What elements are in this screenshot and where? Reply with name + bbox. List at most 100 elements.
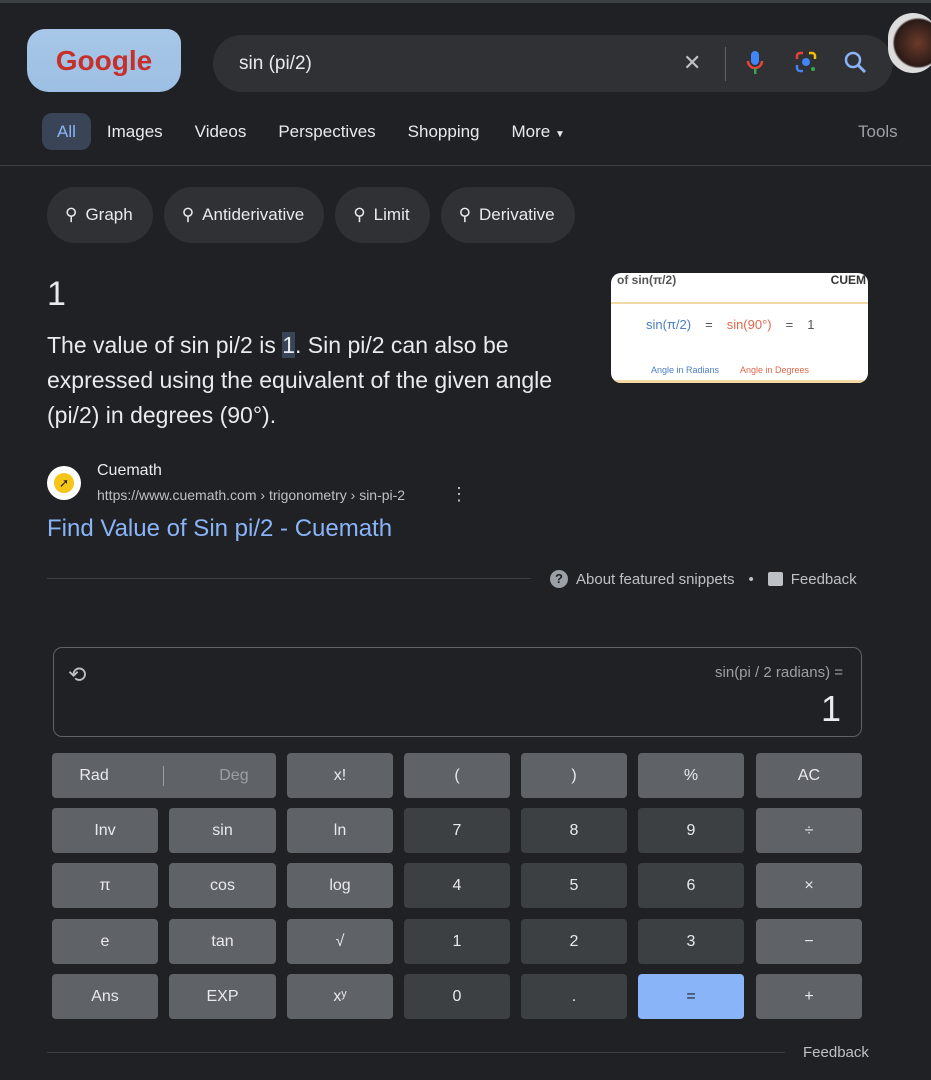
- calc-key-1[interactable]: 1: [404, 919, 510, 964]
- calculator-display: ⟲ sin(pi / 2 radians) = 1: [53, 647, 862, 737]
- search-box[interactable]: sin (pi/2) ✕: [213, 35, 893, 92]
- search-icon: ⚲: [458, 205, 472, 224]
- more-options-icon[interactable]: ⋮: [450, 484, 468, 505]
- calculator-result: 1: [820, 688, 841, 729]
- about-featured-snippets-link[interactable]: About featured snippets: [576, 571, 734, 588]
- help-icon: ?: [550, 570, 568, 588]
- chip-antiderivative[interactable]: ⚲ Antiderivative: [163, 187, 325, 243]
- image-top-text: of sin(π/2): [617, 273, 677, 287]
- label-degrees: Angle in Degrees: [740, 365, 810, 375]
- search-tabs: All Images Videos Perspectives Shopping …: [42, 113, 581, 150]
- tools-button[interactable]: Tools: [858, 122, 898, 142]
- chip-graph[interactable]: ⚲ Graph: [47, 187, 153, 243]
- snippet-text-part: The value of sin pi/2 is: [47, 332, 283, 358]
- tab-perspectives[interactable]: Perspectives: [262, 113, 391, 150]
- calc-key-2[interactable]: 2: [521, 919, 627, 964]
- search-input[interactable]: sin (pi/2): [239, 53, 312, 75]
- snippet-text: The value of sin pi/2 is 1. Sin pi/2 can…: [47, 328, 567, 433]
- chip-derivative[interactable]: ⚲ Derivative: [440, 187, 575, 243]
- calc-key-cos[interactable]: cos: [169, 863, 276, 908]
- calc-key-ans[interactable]: Ans: [52, 974, 158, 1019]
- clear-icon[interactable]: ✕: [683, 50, 701, 76]
- calc-key-plus[interactable]: +: [756, 974, 862, 1019]
- image-rule: [611, 302, 868, 304]
- formula-right: 1: [807, 317, 815, 332]
- calc-key-power[interactable]: xʸ: [287, 974, 393, 1019]
- lens-icon[interactable]: [794, 50, 818, 80]
- calc-key-close-paren[interactable]: ): [521, 753, 627, 798]
- history-icon[interactable]: ⟲: [68, 662, 86, 688]
- feedback-icon: [767, 572, 783, 586]
- caret-down-icon: ▼: [554, 129, 565, 140]
- calc-key-inv[interactable]: Inv: [52, 808, 158, 853]
- calc-key-factorial[interactable]: x!: [287, 753, 393, 798]
- calc-key-9[interactable]: 9: [638, 808, 744, 853]
- tab-shopping[interactable]: Shopping: [392, 113, 496, 150]
- formula-eq: =: [785, 317, 794, 332]
- divider: [163, 765, 165, 786]
- calc-key-8[interactable]: 8: [521, 808, 627, 853]
- calc-key-0[interactable]: 0: [404, 974, 510, 1019]
- chip-limit[interactable]: ⚲ Limit: [335, 187, 430, 243]
- formula-left: sin(π/2): [646, 317, 692, 332]
- calc-key-divide[interactable]: ÷: [756, 808, 862, 853]
- tab-videos[interactable]: Videos: [179, 113, 263, 150]
- calc-key-all-clear[interactable]: AC: [756, 753, 862, 798]
- google-doodle-logo[interactable]: Google: [27, 29, 181, 92]
- image-rule: [611, 380, 868, 383]
- divider: [47, 578, 531, 579]
- window-top-border: [0, 0, 931, 3]
- calc-key-5[interactable]: 5: [521, 863, 627, 908]
- calc-key-exp[interactable]: EXP: [169, 974, 276, 1019]
- deg-button[interactable]: Deg: [219, 767, 248, 785]
- calc-key-6[interactable]: 6: [638, 863, 744, 908]
- calc-key-equals[interactable]: =: [638, 974, 744, 1019]
- calc-key-multiply[interactable]: ×: [756, 863, 862, 908]
- chip-label: Derivative: [479, 205, 555, 224]
- calculator-feedback-link[interactable]: Feedback: [803, 1044, 869, 1061]
- feedback-link[interactable]: Feedback: [791, 571, 857, 588]
- tab-more-label: More: [511, 122, 551, 141]
- calc-key-sin[interactable]: sin: [169, 808, 276, 853]
- mic-icon[interactable]: [746, 50, 764, 82]
- cuemath-favicon: ➚: [47, 466, 81, 500]
- search-icon: ⚲: [65, 205, 78, 224]
- calc-key-minus[interactable]: −: [756, 919, 862, 964]
- snippet-image[interactable]: of sin(π/2) CUEM sin(π/2) = sin(90°) = 1…: [611, 273, 868, 383]
- calc-key-7[interactable]: 7: [404, 808, 510, 853]
- calc-key-pi[interactable]: π: [52, 863, 158, 908]
- search-icon: ⚲: [353, 205, 366, 224]
- search-icon[interactable]: [843, 50, 867, 80]
- image-brand: CUEM: [830, 273, 866, 287]
- tab-more[interactable]: More ▼: [496, 113, 581, 150]
- separator-dot: •: [748, 570, 754, 588]
- rad-deg-toggle[interactable]: Rad Deg: [52, 753, 276, 798]
- rad-button[interactable]: Rad: [79, 767, 108, 785]
- chip-label: Limit: [373, 205, 410, 224]
- calc-key-open-paren[interactable]: (: [404, 753, 510, 798]
- tab-images[interactable]: Images: [91, 113, 179, 150]
- account-avatar[interactable]: [888, 13, 931, 73]
- source-url: https://www.cuemath.com › trigonometry ›…: [97, 487, 406, 503]
- snippet-footer: ? About featured snippets • Feedback: [550, 570, 857, 588]
- calc-key-tan[interactable]: tan: [169, 919, 276, 964]
- chip-label: Graph: [85, 205, 133, 224]
- formula-mid: sin(90°): [726, 317, 772, 332]
- snippet-highlight: 1: [282, 332, 296, 358]
- calc-key-percent[interactable]: %: [638, 753, 744, 798]
- calc-key-log[interactable]: log: [287, 863, 393, 908]
- result-link[interactable]: Find Value of Sin pi/2 - Cuemath: [47, 515, 392, 543]
- calc-key-4[interactable]: 4: [404, 863, 510, 908]
- chip-label: Antiderivative: [202, 205, 305, 224]
- logo-text: Google: [55, 44, 153, 76]
- calc-key-sqrt[interactable]: √: [287, 919, 393, 964]
- tab-all[interactable]: All: [42, 113, 91, 150]
- calculator-expression: sin(pi / 2 radians) =: [715, 664, 843, 681]
- divider: [725, 47, 726, 81]
- image-formula: sin(π/2) = sin(90°) = 1: [646, 317, 814, 332]
- calc-key-decimal[interactable]: .: [521, 974, 627, 1019]
- calc-key-ln[interactable]: ln: [287, 808, 393, 853]
- calc-key-e[interactable]: e: [52, 919, 158, 964]
- source-name: Cuemath: [97, 462, 162, 479]
- calc-key-3[interactable]: 3: [638, 919, 744, 964]
